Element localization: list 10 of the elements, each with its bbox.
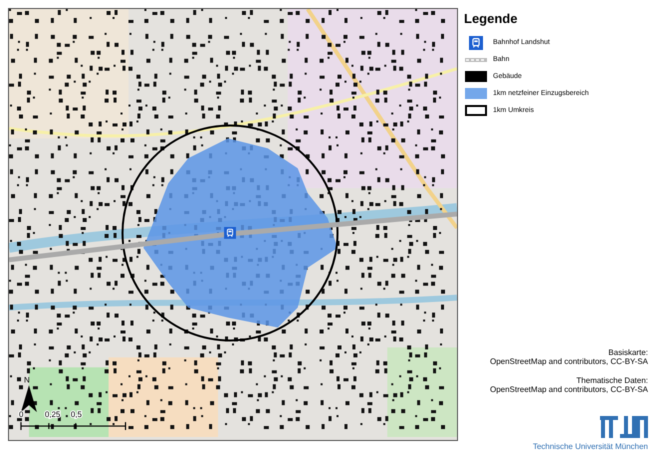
institution-name: Technische Universität München (532, 442, 648, 451)
credit-text: OpenStreetMap and contributors, CC-BY-SA (490, 385, 648, 394)
north-label: N (24, 375, 30, 384)
scale-label: 0 (19, 410, 24, 420)
credit-heading: Thematische Daten: (576, 376, 648, 385)
legend-title: Legende (464, 11, 518, 26)
scale-label: 0,5 (70, 410, 82, 420)
credit-text: OpenStreetMap and contributors, CC-BY-SA (490, 357, 648, 366)
scale-label: 0,25 (44, 410, 60, 420)
credit-heading: Basiskarte: (608, 348, 648, 357)
